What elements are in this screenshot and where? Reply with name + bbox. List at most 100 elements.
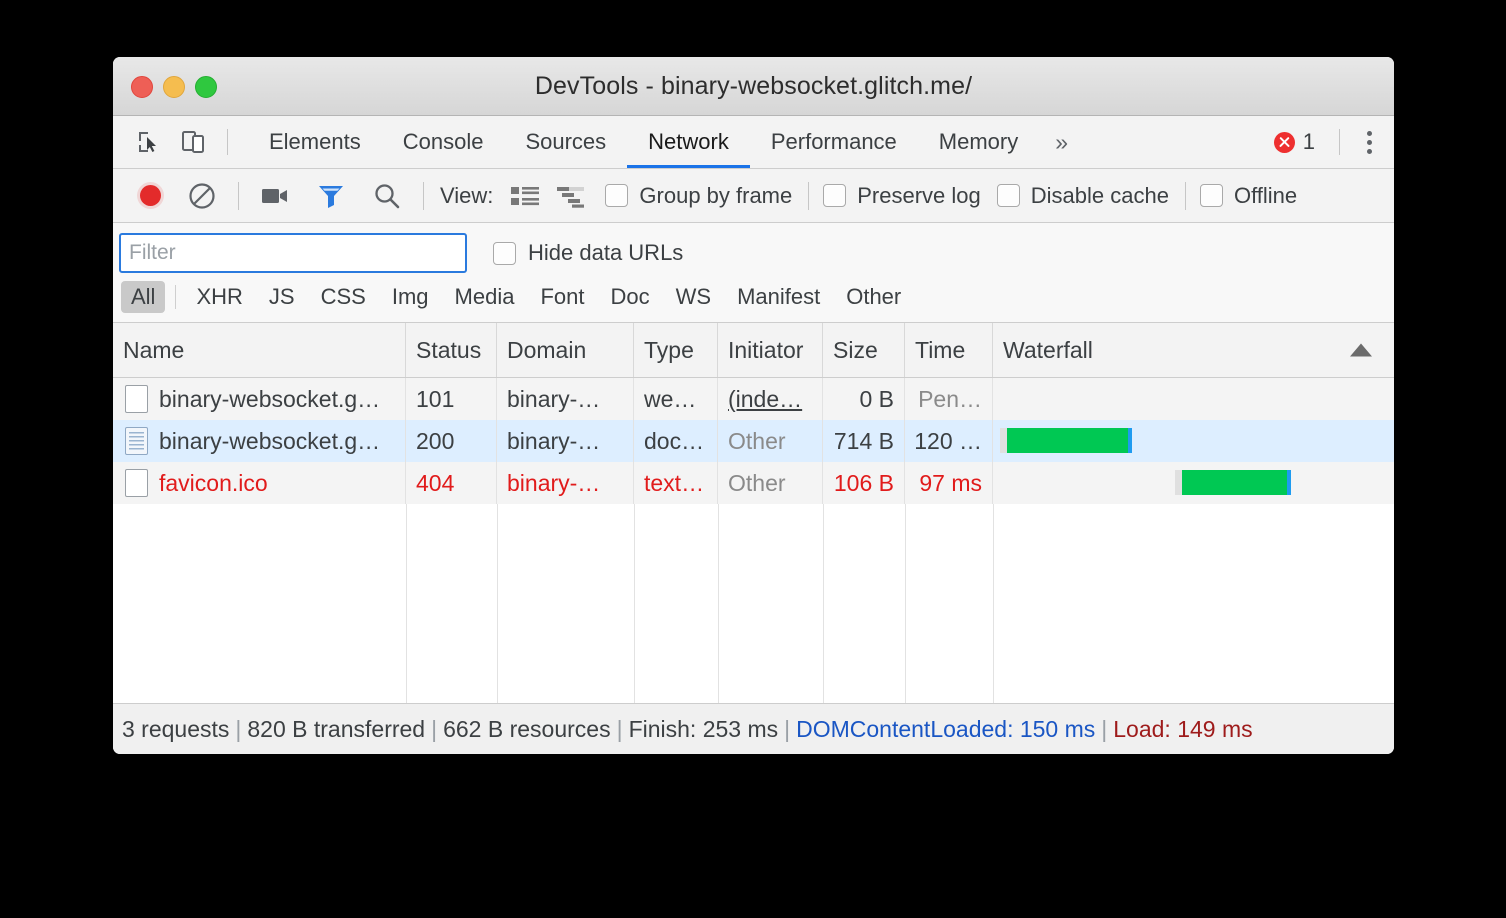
tab-memory[interactable]: Memory [918,116,1039,168]
type-filter-js[interactable]: JS [259,281,305,313]
column-header-domain[interactable]: Domain [497,323,634,377]
group-by-frame-checkbox[interactable]: Group by frame [605,183,792,209]
type-filter-ws[interactable]: WS [666,281,721,313]
error-circle-icon [1274,132,1295,153]
cell-waterfall [993,378,1394,420]
blank-page-icon [125,385,148,413]
cell-type: text… [634,462,718,504]
preserve-log-box[interactable] [823,184,846,207]
summary-transferred: 820 B transferred [247,716,425,743]
waterfall-download-segment [1182,470,1287,495]
table-column-separators [113,504,1394,703]
type-filter-font[interactable]: Font [530,281,594,313]
offline-checkbox[interactable]: Offline [1200,183,1297,209]
tab-console[interactable]: Console [382,116,505,168]
column-header-initiator[interactable]: Initiator [718,323,823,377]
cell-size: 714 B [823,420,905,462]
network-toolbar: View: [113,169,1394,223]
type-filter-xhr[interactable]: XHR [186,281,252,313]
capture-screenshots-icon [261,185,289,207]
cell-name-text: favicon.ico [159,470,268,497]
cell-waterfall[interactable] [993,462,1394,504]
disable-cache-label: Disable cache [1031,183,1169,209]
search-button[interactable] [367,176,407,216]
network-summary-bar: 3 requests | 820 B transferred | 662 B r… [113,703,1394,754]
table-row[interactable]: binary-websocket.g… 101 binary-… we… (in… [113,378,1394,420]
table-row[interactable]: binary-websocket.g… 200 binary-… doc… Ot… [113,420,1394,462]
kebab-menu-icon[interactable] [1354,120,1384,164]
type-filter-all[interactable]: All [121,281,165,313]
search-icon [373,182,401,210]
cell-time: Pen… [905,378,993,420]
column-header-type[interactable]: Type [634,323,718,377]
toolbar-divider-2 [423,182,424,210]
group-by-frame-box[interactable] [605,184,628,207]
column-header-time[interactable]: Time [905,323,993,377]
waterfall-view-button[interactable] [553,178,589,214]
column-header-size[interactable]: Size [823,323,905,377]
cell-status: 200 [406,420,497,462]
sort-ascending-icon [1350,344,1372,357]
column-header-waterfall-label: Waterfall [1003,337,1093,364]
type-filter-divider [175,285,176,309]
cell-size: 106 B [823,462,905,504]
filter-input-row: Hide data URLs [113,233,1394,273]
tab-performance[interactable]: Performance [750,116,918,168]
record-button[interactable] [130,176,170,216]
type-filter-img[interactable]: Img [382,281,439,313]
tab-sources[interactable]: Sources [504,116,627,168]
cell-name[interactable]: favicon.ico [113,462,406,504]
devtools-tabbar: Elements Console Sources Network Perform… [113,116,1394,169]
summary-requests: 3 requests [122,716,229,743]
cell-initiator[interactable]: (inde… [718,378,823,420]
cell-initiator: Other [718,420,823,462]
blank-page-icon [125,469,148,497]
hide-data-urls-box[interactable] [493,242,516,265]
cell-type: we… [634,378,718,420]
waterfall-end-segment [1128,428,1132,453]
preserve-log-label: Preserve log [857,183,981,209]
waterfall-download-segment [1007,428,1128,453]
initiator-link[interactable]: (inde… [728,386,802,413]
summary-sep-1: | [229,716,247,743]
requests-table: Name Status Domain Type Initiator Size T… [113,323,1394,703]
type-filter-css[interactable]: CSS [311,281,376,313]
type-filter-manifest[interactable]: Manifest [727,281,830,313]
more-tabs-chevron-icon[interactable]: » [1039,116,1084,168]
toolbar-divider-3 [808,182,809,210]
tab-elements[interactable]: Elements [248,116,382,168]
disable-cache-checkbox[interactable]: Disable cache [997,183,1169,209]
type-filter-other[interactable]: Other [836,281,911,313]
hide-data-urls-checkbox[interactable]: Hide data URLs [493,240,683,266]
waterfall-bar[interactable] [1175,470,1291,495]
tab-network[interactable]: Network [627,116,750,168]
column-header-name[interactable]: Name [113,323,406,377]
summary-finish: Finish: 253 ms [629,716,779,743]
capture-screenshots-button[interactable] [255,176,295,216]
cell-name[interactable]: binary-websocket.g… [113,420,406,462]
col-sep-2 [497,504,498,703]
filter-input[interactable] [119,233,467,273]
clear-button[interactable] [182,176,222,216]
type-filter-doc[interactable]: Doc [600,281,659,313]
devtools-window: DevTools - binary-websocket.glitch.me/ E… [113,57,1394,754]
disable-cache-box[interactable] [997,184,1020,207]
cell-name[interactable]: binary-websocket.g… [113,378,406,420]
tabbar-divider [227,129,228,155]
cell-waterfall[interactable] [993,420,1394,462]
column-header-status[interactable]: Status [406,323,497,377]
filter-button[interactable] [311,176,351,216]
device-toolbar-icon[interactable] [171,120,215,164]
toolbar-divider-1 [238,182,239,210]
waterfall-bar[interactable] [1000,428,1132,453]
list-view-button[interactable] [507,178,543,214]
inspect-element-icon[interactable] [127,120,171,164]
summary-sep-5: | [1095,716,1113,743]
table-row[interactable]: favicon.ico 404 binary-… text… Other 106… [113,462,1394,504]
view-label: View: [440,183,493,209]
column-header-waterfall[interactable]: Waterfall [993,323,1394,377]
type-filter-media[interactable]: Media [445,281,525,313]
preserve-log-checkbox[interactable]: Preserve log [823,183,981,209]
error-count-badge[interactable]: 1 [1264,129,1325,155]
offline-box[interactable] [1200,184,1223,207]
